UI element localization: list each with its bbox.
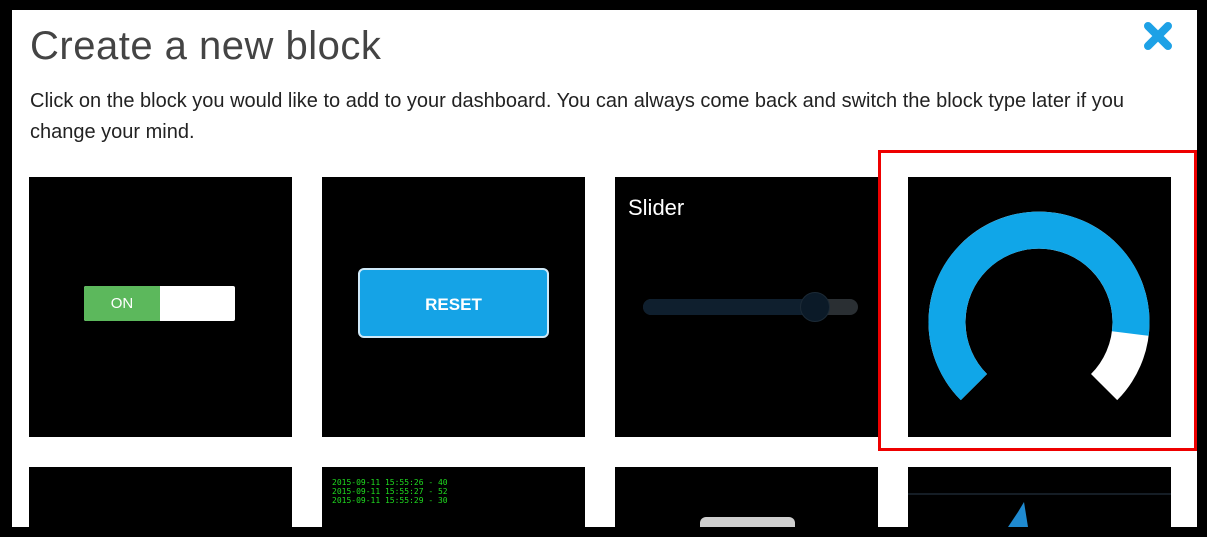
toggle-block[interactable]: ON [29, 177, 292, 437]
slider-fill [643, 299, 815, 315]
grey-button-preview [700, 517, 795, 527]
dialog-description: Click on the block you would like to add… [30, 90, 1124, 143]
toggle-on-label: ON [84, 286, 160, 321]
stream-log-line-2: 2015-09-11 15:55:29 - 30 [332, 496, 448, 505]
stream-log-partial-line: 2015-09-11 15:55:26 - 40 [332, 478, 448, 487]
block-tile-row2-3[interactable] [615, 467, 878, 527]
stream-log-line-1: 2015-09-11 15:55:27 - 52 [332, 487, 448, 496]
slider-block[interactable]: Slider [615, 177, 878, 437]
block-tile-row2-1[interactable] [29, 467, 292, 527]
dialog-title: Create a new block [30, 24, 382, 68]
reset-button-preview: RESET [358, 268, 549, 338]
selection-highlight [878, 150, 1197, 451]
momentary-button-block[interactable]: RESET [322, 177, 585, 437]
create-block-dialog: Create a new block Click on the block yo… [12, 10, 1197, 527]
close-icon[interactable] [1142, 20, 1174, 52]
toggle-switch: ON [84, 286, 235, 321]
stream-block[interactable]: 2015-09-11 15:55:26 - 40 2015-09-11 15:5… [322, 467, 585, 527]
chart-preview-icon [908, 493, 1171, 527]
chart-block[interactable] [908, 467, 1171, 527]
slider-label: Slider [628, 195, 685, 220]
slider-knob [800, 292, 830, 322]
